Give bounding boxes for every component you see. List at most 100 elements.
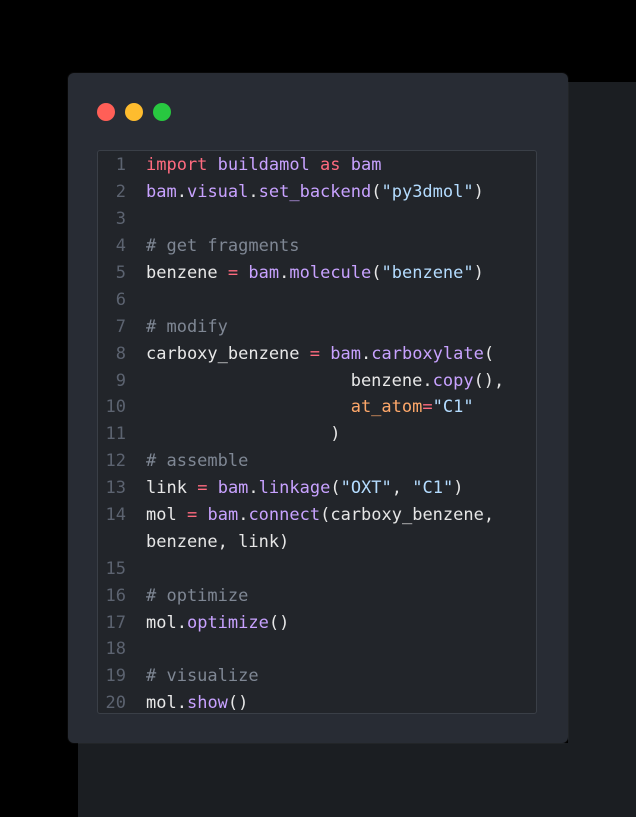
code-token: "py3dmol" <box>381 182 474 203</box>
code-text: benzene.copy(), <box>146 370 505 391</box>
code-token: bam <box>330 343 361 364</box>
code-token: (carboxy_benzene, <box>320 505 495 526</box>
code-token: # get fragments <box>146 236 300 257</box>
maximize-button[interactable] <box>153 103 171 121</box>
code-editor[interactable]: 1 import buildamol as bam 2 bam.visual.set_… <box>97 150 537 714</box>
line-number: 12 <box>105 451 126 472</box>
code-text: link = bam.linkage("OXT", "C1") <box>146 478 463 498</box>
line-number: 18 <box>105 639 126 660</box>
code-token: buildamol <box>217 155 310 176</box>
line-number: 6 <box>115 289 126 310</box>
code-token: . <box>238 505 249 526</box>
code-text: benzene = bam.molecule("benzene") <box>146 263 484 283</box>
code-line: 19 # visualize <box>98 663 536 690</box>
code-line: 12 # assemble <box>98 448 536 475</box>
line-number: 17 <box>105 612 126 633</box>
line-number: 3 <box>115 209 126 230</box>
code-token: "C1" <box>432 397 474 418</box>
code-token: set_backend <box>258 182 372 203</box>
code-text: at_atom="C1" <box>146 397 474 417</box>
code-token: , <box>391 478 413 499</box>
code-token: ( <box>371 263 382 283</box>
code-token: import <box>146 155 208 176</box>
code-token: as <box>320 155 341 176</box>
code-line: 3 <box>98 206 536 233</box>
code-token: bam <box>248 263 280 283</box>
code-token: = <box>422 397 433 418</box>
code-line: 11 ) <box>98 421 536 448</box>
code-token: . <box>361 343 372 364</box>
line-number: 19 <box>105 666 126 687</box>
line-number: 5 <box>115 263 126 283</box>
code-token: . <box>248 182 259 203</box>
code-token: ) <box>473 263 484 283</box>
code-token: benzene, link) <box>146 531 290 552</box>
code-text: mol.show() <box>146 693 248 713</box>
code-token: at_atom <box>350 397 423 418</box>
line-number: 16 <box>105 585 126 606</box>
code-token: () <box>227 693 249 714</box>
code-line: 10 at_atom="C1" <box>98 394 536 421</box>
code-token: visual <box>186 182 249 203</box>
code-text: carboxy_benzene = bam.carboxylate( <box>146 344 494 364</box>
minimize-button[interactable] <box>125 103 143 121</box>
code-line: 1 import buildamol as bam <box>98 152 536 179</box>
code-token: optimize <box>186 612 269 633</box>
code-token: = <box>309 343 321 364</box>
code-token: # assemble <box>146 451 249 472</box>
line-number: 10 <box>105 397 126 418</box>
window-controls <box>97 103 171 121</box>
code-token: (), <box>473 370 505 391</box>
code-token: ) <box>473 182 484 203</box>
code-token: mol <box>146 505 177 526</box>
code-line: 20 mol.show() <box>98 690 536 717</box>
line-number: 2 <box>115 182 126 203</box>
line-number: 14 <box>105 505 126 526</box>
line-number: 8 <box>115 343 126 364</box>
code-token: = <box>197 478 208 499</box>
code-text: # modify <box>146 317 228 337</box>
code-window: 1 import buildamol as bam 2 bam.visual.set_… <box>68 73 568 743</box>
code-token: ( <box>483 343 495 364</box>
code-token: linkage <box>258 478 331 499</box>
close-button[interactable] <box>97 103 115 121</box>
code-token: benzene <box>146 263 218 283</box>
code-text: ) <box>146 424 340 444</box>
code-text: import buildamol as bam <box>146 155 382 175</box>
code-token: "C1" <box>412 478 454 499</box>
code-token: show <box>186 693 228 714</box>
code-line: 4 # get fragments <box>98 233 536 260</box>
code-token: . <box>176 612 187 633</box>
code-token: carboxy_benzene <box>146 343 300 364</box>
code-line: 5 benzene = bam.molecule("benzene") <box>98 260 536 287</box>
window-shadow-right <box>568 82 636 817</box>
line-number: 1 <box>115 155 126 176</box>
code-line: 15 <box>98 555 536 582</box>
code-line: 18 <box>98 636 536 663</box>
code-token: ( <box>330 478 341 499</box>
code-token: = <box>227 263 239 283</box>
code-token: mol <box>146 612 177 633</box>
code-token: molecule <box>289 263 372 283</box>
code-token: ) <box>330 424 341 445</box>
code-token: . <box>248 478 259 499</box>
code-token: connect <box>248 505 321 526</box>
line-number: 9 <box>115 370 126 391</box>
code-text: mol = bam.connect(carboxy_benzene, <box>146 505 494 525</box>
code-line: benzene, link) <box>98 528 536 555</box>
code-token: "benzene" <box>381 263 474 283</box>
code-line: 9 benzene.copy(), <box>98 367 536 394</box>
code-text: # visualize <box>146 666 259 686</box>
code-text: # assemble <box>146 451 248 471</box>
